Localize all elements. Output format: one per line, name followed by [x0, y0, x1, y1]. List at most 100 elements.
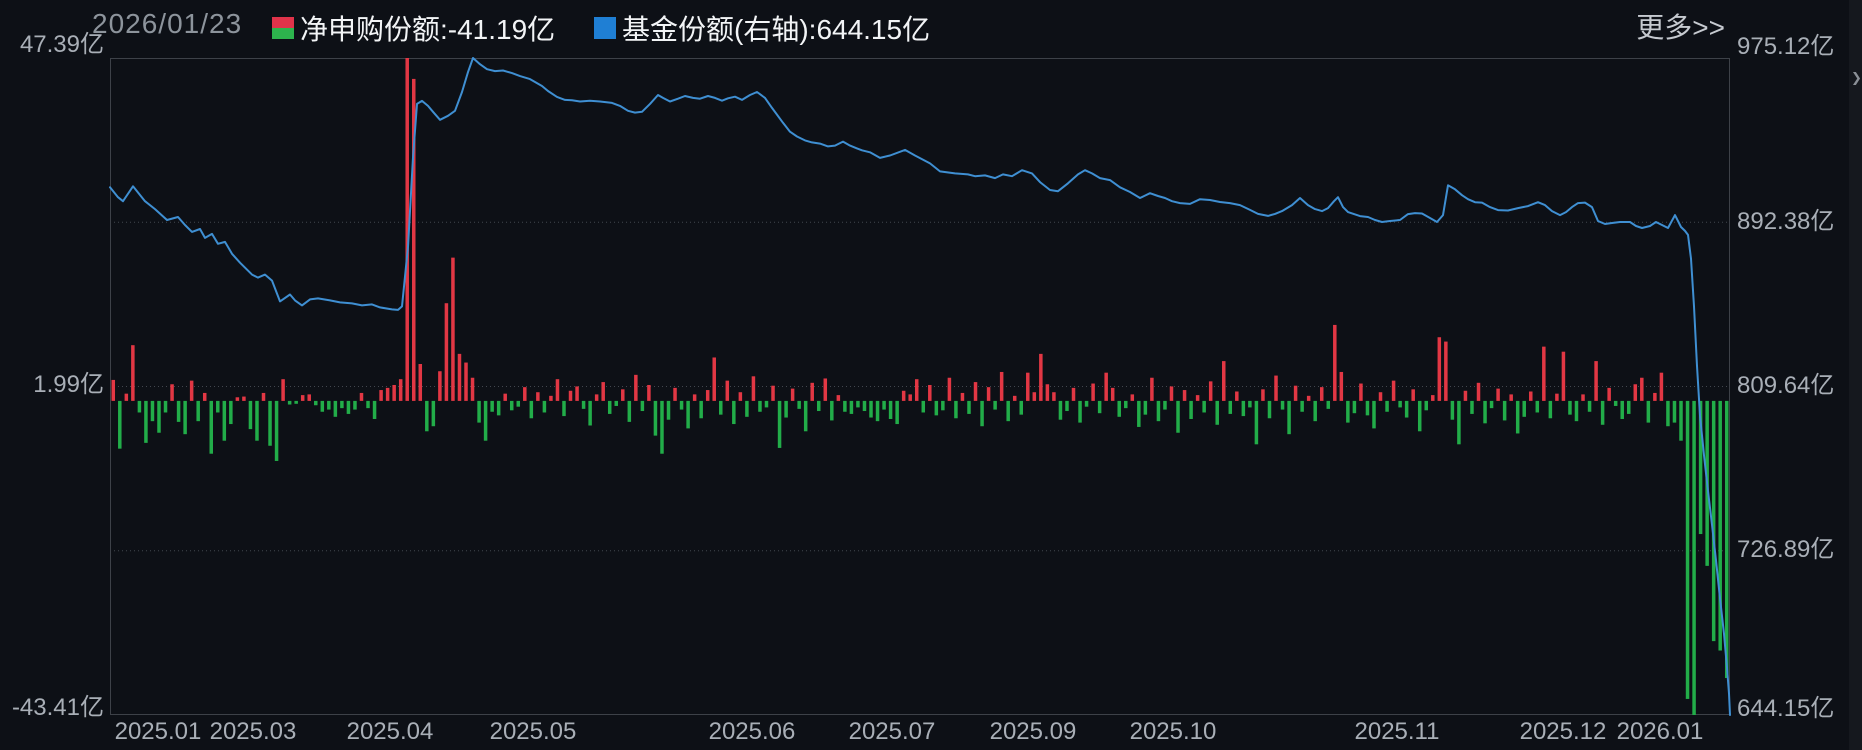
net-subscription-bar	[1385, 400, 1389, 412]
net-subscription-bar	[1724, 400, 1729, 679]
net-subscription-bar	[1489, 400, 1494, 409]
net-subscription-bar	[1248, 400, 1252, 408]
net-subscription-bar	[229, 400, 233, 425]
net-subscription-bar	[196, 400, 200, 422]
net-subscription-bar	[1137, 400, 1141, 427]
net-subscription-bar	[1143, 400, 1148, 415]
net-subscription-bar	[379, 390, 383, 401]
net-subscription-bar	[980, 400, 984, 427]
net-subscription-bar	[1672, 400, 1677, 423]
net-subscription-bar	[1417, 400, 1422, 432]
net-subscription-bar	[562, 400, 566, 417]
net-subscription-bar	[451, 257, 455, 401]
net-subscription-bar	[1391, 380, 1396, 401]
net-subscription-bar	[1110, 387, 1115, 401]
net-subscription-bar	[392, 384, 396, 401]
net-subscription-bar	[549, 395, 553, 401]
net-subscription-bar	[1235, 391, 1239, 401]
net-subscription-bar	[764, 400, 769, 408]
chart-canvas[interactable]	[0, 0, 1862, 750]
net-subscription-bar	[1084, 400, 1089, 407]
right-axis-tick-label: 892.38亿	[1737, 208, 1835, 235]
net-subscription-bar	[1613, 400, 1618, 406]
net-subscription-bar	[1124, 400, 1128, 409]
net-subscription-bar	[248, 400, 253, 430]
net-subscription-bar	[333, 400, 338, 417]
net-subscription-bar	[1156, 400, 1161, 422]
net-subscription-bar	[457, 353, 462, 401]
net-subscription-bar	[1313, 400, 1317, 422]
net-subscription-bar	[444, 303, 449, 401]
net-subscription-bar	[601, 382, 605, 401]
net-subscription-bar	[1496, 388, 1500, 401]
net-subscription-bar	[307, 394, 311, 401]
net-subscription-bar	[653, 400, 658, 436]
net-subscription-bar	[1267, 400, 1272, 419]
net-subscription-bar	[1202, 400, 1206, 413]
net-subscription-bar	[1241, 400, 1246, 417]
net-subscription-bar	[1542, 346, 1546, 401]
net-subscription-bar	[176, 400, 181, 422]
net-subscription-bar	[1431, 395, 1435, 401]
net-subscription-bar	[523, 387, 527, 401]
net-subscription-bar	[634, 374, 638, 401]
net-subscription-bar	[268, 400, 272, 446]
net-subscription-bar	[856, 400, 860, 408]
net-subscription-bar	[1215, 400, 1219, 425]
net-subscription-bar	[1071, 387, 1076, 401]
net-subscription-bar	[1600, 400, 1605, 425]
right-axis-tick-label: 975.12亿	[1737, 33, 1835, 60]
net-subscription-bar	[189, 380, 194, 401]
net-subscription-bar	[1039, 353, 1043, 401]
net-subscription-bar	[1300, 400, 1304, 412]
net-subscription-bar	[1692, 400, 1696, 715]
net-subscription-bar	[914, 379, 919, 401]
net-subscription-bar	[973, 382, 978, 401]
net-subscription-bar	[1515, 400, 1520, 434]
net-subscription-bar	[1045, 384, 1050, 401]
net-subscription-bar	[320, 400, 325, 412]
net-subscription-bar	[1568, 400, 1572, 415]
net-subscription-bar	[999, 371, 1004, 401]
x-axis-tick-label: 2025.09	[989, 718, 1077, 745]
net-subscription-bar	[568, 390, 573, 401]
x-axis-tick-label: 2025.07	[848, 718, 936, 745]
net-subscription-bar	[1470, 400, 1474, 414]
net-subscription-bar	[751, 376, 756, 401]
net-subscription-bar	[679, 400, 684, 410]
net-subscription-bar	[673, 387, 677, 401]
net-subscription-bar	[255, 400, 259, 441]
net-subscription-bar	[242, 396, 246, 401]
net-subscription-bar	[1404, 400, 1409, 418]
net-subscription-bar	[398, 379, 403, 401]
net-subscription-bar	[647, 384, 651, 401]
net-subscription-bar	[640, 400, 645, 412]
net-subscription-bar	[1012, 395, 1017, 401]
net-subscription-bar	[594, 394, 599, 401]
net-subscription-bar	[934, 400, 939, 416]
net-subscription-bar	[830, 400, 834, 421]
x-axis-tick-label: 2025.10	[1129, 718, 1217, 745]
net-subscription-bar	[993, 400, 997, 410]
net-subscription-bar	[1372, 400, 1376, 429]
net-subscription-bar	[660, 400, 664, 454]
net-subscription-bar	[614, 400, 618, 406]
net-subscription-bar	[686, 400, 690, 429]
x-axis-tick-label: 2025.11	[1354, 718, 1440, 745]
x-axis-tick-label: 2025.04	[346, 718, 434, 745]
net-subscription-bar	[294, 400, 298, 404]
net-subscription-bar	[1444, 341, 1448, 401]
net-subscription-bar	[862, 400, 867, 412]
net-subscription-bar	[1208, 381, 1213, 401]
net-subscription-bar	[1195, 395, 1200, 401]
net-subscription-bar	[1555, 393, 1559, 401]
net-subscription-bar	[464, 362, 468, 401]
net-subscription-bar	[372, 400, 377, 419]
net-subscription-bar	[719, 400, 723, 415]
net-subscription-bar	[509, 400, 514, 411]
net-subscription-bar	[1437, 337, 1442, 401]
right-axis-tick-label: 726.89亿	[1737, 536, 1835, 563]
collapse-chevron-icon[interactable]: ❯	[1851, 70, 1862, 86]
net-subscription-bar	[1019, 400, 1023, 415]
net-subscription-bar	[1627, 400, 1631, 414]
